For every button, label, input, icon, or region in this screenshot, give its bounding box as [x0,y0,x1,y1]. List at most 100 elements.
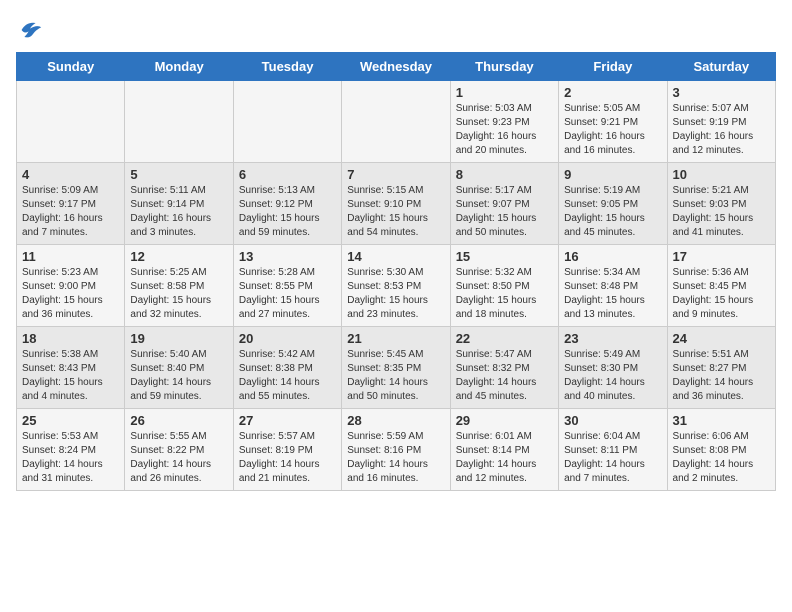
day-info: Sunrise: 6:06 AM Sunset: 8:08 PM Dayligh… [673,430,770,486]
calendar-cell [125,81,233,163]
calendar-cell: 10Sunrise: 5:21 AM Sunset: 9:03 PM Dayli… [667,163,775,245]
calendar-cell: 4 Sunrise: 5:09 AM Sunset: 9:17 PM Daylig… [17,163,125,245]
day-header-saturday: Saturday [667,53,775,81]
calendar-cell: 30 Sunrise: 6:04 AM Sunset: 8:11 PM Dayli… [559,409,667,491]
day-number: 6 [239,167,336,182]
day-number: 16 [564,249,661,264]
calendar-cell: 25 Sunrise: 5:53 AM Sunset: 8:24 PM Dayli… [17,409,125,491]
day-info: Sunrise: 6:04 AM Sunset: 8:11 PM Dayligh… [564,430,661,486]
calendar-table: SundayMondayTuesdayWednesdayThursdayFrid… [16,52,776,491]
day-info: Sunrise: 5:03 AM Sunset: 9:23 PM Dayligh… [456,102,553,158]
day-info: Sunrise: 5:36 AM Sunset: 8:45 PM Dayligh… [673,266,770,322]
day-info: Sunrise: 5:21 AM Sunset: 9:03 PM Dayligh… [673,184,770,240]
day-info: Sunrise: 5:30 AM Sunset: 8:53 PM Dayligh… [347,266,444,322]
day-info: Sunrise: 5:17 AM Sunset: 9:07 PM Dayligh… [456,184,553,240]
logo-bird-icon [16,16,44,44]
calendar-cell [342,81,450,163]
day-info: Sunrise: 5:34 AM Sunset: 8:48 PM Dayligh… [564,266,661,322]
calendar-cell: 21Sunrise: 5:45 AM Sunset: 8:35 PM Dayli… [342,327,450,409]
day-number: 13 [239,249,336,264]
calendar-week-row: 4 Sunrise: 5:09 AM Sunset: 9:17 PM Daylig… [17,163,776,245]
calendar-cell: 16 Sunrise: 5:34 AM Sunset: 8:48 PM Dayli… [559,245,667,327]
day-info: Sunrise: 5:25 AM Sunset: 8:58 PM Dayligh… [130,266,227,322]
day-info: Sunrise: 5:40 AM Sunset: 8:40 PM Dayligh… [130,348,227,404]
calendar-cell: 23Sunrise: 5:49 AM Sunset: 8:30 PM Dayli… [559,327,667,409]
day-number: 19 [130,331,227,346]
day-header-tuesday: Tuesday [233,53,341,81]
day-info: Sunrise: 5:47 AM Sunset: 8:32 PM Dayligh… [456,348,553,404]
day-info: Sunrise: 5:59 AM Sunset: 8:16 PM Dayligh… [347,430,444,486]
calendar-cell: 31 Sunrise: 6:06 AM Sunset: 8:08 PM Dayli… [667,409,775,491]
calendar-cell: 3Sunrise: 5:07 AM Sunset: 9:19 PM Daylig… [667,81,775,163]
day-info: Sunrise: 5:28 AM Sunset: 8:55 PM Dayligh… [239,266,336,322]
day-info: Sunrise: 5:53 AM Sunset: 8:24 PM Dayligh… [22,430,119,486]
calendar-cell: 17Sunrise: 5:36 AM Sunset: 8:45 PM Dayli… [667,245,775,327]
day-number: 2 [564,85,661,100]
calendar-cell: 7 Sunrise: 5:15 AM Sunset: 9:10 PM Daylig… [342,163,450,245]
calendar-cell: 24Sunrise: 5:51 AM Sunset: 8:27 PM Dayli… [667,327,775,409]
day-info: Sunrise: 5:11 AM Sunset: 9:14 PM Dayligh… [130,184,227,240]
day-info: Sunrise: 5:05 AM Sunset: 9:21 PM Dayligh… [564,102,661,158]
calendar-week-row: 18 Sunrise: 5:38 AM Sunset: 8:43 PM Dayli… [17,327,776,409]
day-number: 3 [673,85,770,100]
day-info: Sunrise: 5:15 AM Sunset: 9:10 PM Dayligh… [347,184,444,240]
day-header-thursday: Thursday [450,53,558,81]
day-number: 7 [347,167,444,182]
calendar-cell: 11Sunrise: 5:23 AM Sunset: 9:00 PM Dayli… [17,245,125,327]
day-number: 15 [456,249,553,264]
day-number: 20 [239,331,336,346]
day-info: Sunrise: 5:19 AM Sunset: 9:05 PM Dayligh… [564,184,661,240]
calendar-cell: 14Sunrise: 5:30 AM Sunset: 8:53 PM Dayli… [342,245,450,327]
calendar-week-row: 25 Sunrise: 5:53 AM Sunset: 8:24 PM Dayli… [17,409,776,491]
calendar-cell [17,81,125,163]
day-number: 26 [130,413,227,428]
day-info: Sunrise: 5:32 AM Sunset: 8:50 PM Dayligh… [456,266,553,322]
day-number: 21 [347,331,444,346]
day-number: 8 [456,167,553,182]
day-info: Sunrise: 5:57 AM Sunset: 8:19 PM Dayligh… [239,430,336,486]
day-number: 18 [22,331,119,346]
day-number: 4 [22,167,119,182]
day-number: 12 [130,249,227,264]
day-info: Sunrise: 6:01 AM Sunset: 8:14 PM Dayligh… [456,430,553,486]
logo [16,16,48,44]
calendar-week-row: 11Sunrise: 5:23 AM Sunset: 9:00 PM Dayli… [17,245,776,327]
calendar-cell: 29 Sunrise: 6:01 AM Sunset: 8:14 PM Dayli… [450,409,558,491]
day-header-friday: Friday [559,53,667,81]
header [16,16,776,44]
calendar-cell: 19 Sunrise: 5:40 AM Sunset: 8:40 PM Dayli… [125,327,233,409]
calendar-cell [233,81,341,163]
calendar-cell: 9 Sunrise: 5:19 AM Sunset: 9:05 PM Daylig… [559,163,667,245]
day-info: Sunrise: 5:13 AM Sunset: 9:12 PM Dayligh… [239,184,336,240]
calendar-week-row: 1 Sunrise: 5:03 AM Sunset: 9:23 PM Daylig… [17,81,776,163]
day-info: Sunrise: 5:49 AM Sunset: 8:30 PM Dayligh… [564,348,661,404]
calendar-cell: 8 Sunrise: 5:17 AM Sunset: 9:07 PM Daylig… [450,163,558,245]
calendar-cell: 2 Sunrise: 5:05 AM Sunset: 9:21 PM Daylig… [559,81,667,163]
day-number: 27 [239,413,336,428]
day-number: 5 [130,167,227,182]
day-number: 31 [673,413,770,428]
day-number: 9 [564,167,661,182]
day-info: Sunrise: 5:38 AM Sunset: 8:43 PM Dayligh… [22,348,119,404]
calendar-cell: 26 Sunrise: 5:55 AM Sunset: 8:22 PM Dayli… [125,409,233,491]
day-info: Sunrise: 5:55 AM Sunset: 8:22 PM Dayligh… [130,430,227,486]
day-number: 29 [456,413,553,428]
day-number: 22 [456,331,553,346]
day-number: 30 [564,413,661,428]
calendar-cell: 15 Sunrise: 5:32 AM Sunset: 8:50 PM Dayli… [450,245,558,327]
day-header-monday: Monday [125,53,233,81]
calendar-cell: 22 Sunrise: 5:47 AM Sunset: 8:32 PM Dayli… [450,327,558,409]
calendar-cell: 12 Sunrise: 5:25 AM Sunset: 8:58 PM Dayli… [125,245,233,327]
day-info: Sunrise: 5:51 AM Sunset: 8:27 PM Dayligh… [673,348,770,404]
calendar-cell: 18 Sunrise: 5:38 AM Sunset: 8:43 PM Dayli… [17,327,125,409]
calendar-cell: 27 Sunrise: 5:57 AM Sunset: 8:19 PM Dayli… [233,409,341,491]
calendar-header-row: SundayMondayTuesdayWednesdayThursdayFrid… [17,53,776,81]
day-info: Sunrise: 5:09 AM Sunset: 9:17 PM Dayligh… [22,184,119,240]
day-info: Sunrise: 5:42 AM Sunset: 8:38 PM Dayligh… [239,348,336,404]
day-number: 1 [456,85,553,100]
calendar-cell: 6 Sunrise: 5:13 AM Sunset: 9:12 PM Daylig… [233,163,341,245]
day-number: 25 [22,413,119,428]
day-number: 11 [22,249,119,264]
calendar-cell: 28Sunrise: 5:59 AM Sunset: 8:16 PM Dayli… [342,409,450,491]
calendar-body: 1 Sunrise: 5:03 AM Sunset: 9:23 PM Daylig… [17,81,776,491]
